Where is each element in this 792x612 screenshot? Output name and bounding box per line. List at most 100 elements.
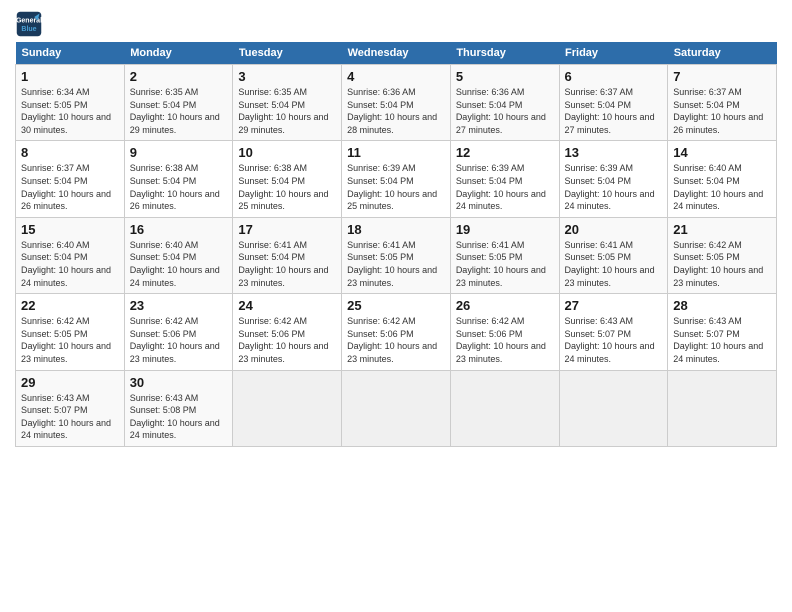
day-detail: Sunrise: 6:42 AMSunset: 5:06 PMDaylight:… [456, 315, 554, 365]
calendar-cell: 9 Sunrise: 6:38 AMSunset: 5:04 PMDaylight… [124, 141, 233, 217]
calendar-table: SundayMondayTuesdayWednesdayThursdayFrid… [15, 42, 777, 447]
calendar-cell [342, 370, 451, 446]
calendar-cell: 24 Sunrise: 6:42 AMSunset: 5:06 PMDayligh… [233, 294, 342, 370]
calendar-cell [233, 370, 342, 446]
calendar-cell: 19Sunrise: 6:41 AMSunset: 5:05 PMDayligh… [450, 217, 559, 293]
calendar-cell: 18 Sunrise: 6:41 AMSunset: 5:05 PMDayligh… [342, 217, 451, 293]
calendar-cell: 1 Sunrise: 6:34 AMSunset: 5:05 PMDaylight… [16, 65, 125, 141]
day-number: 22 [21, 298, 119, 313]
day-detail: Sunrise: 6:41 AMSunset: 5:05 PMDaylight:… [347, 239, 445, 289]
calendar-cell: 20 Sunrise: 6:41 AMSunset: 5:05 PMDayligh… [559, 217, 668, 293]
week-row-1: 1 Sunrise: 6:34 AMSunset: 5:05 PMDaylight… [16, 65, 777, 141]
calendar-cell: 8 Sunrise: 6:37 AMSunset: 5:04 PMDaylight… [16, 141, 125, 217]
day-number: 5 [456, 69, 554, 84]
day-number: 21 [673, 222, 771, 237]
calendar-cell: 15Sunrise: 6:40 AMSunset: 5:04 PMDayligh… [16, 217, 125, 293]
calendar-cell: 13 Sunrise: 6:39 AMSunset: 5:04 PMDayligh… [559, 141, 668, 217]
day-number: 20 [565, 222, 663, 237]
week-row-5: 29 Sunrise: 6:43 AMSunset: 5:07 PMDayligh… [16, 370, 777, 446]
day-number: 11 [347, 145, 445, 160]
day-number: 19 [456, 222, 554, 237]
day-detail: Sunrise: 6:43 AMSunset: 5:07 PMDaylight:… [21, 392, 119, 442]
day-detail: Sunrise: 6:37 AMSunset: 5:04 PMDaylight:… [673, 86, 771, 136]
day-number: 10 [238, 145, 336, 160]
calendar-cell: 29 Sunrise: 6:43 AMSunset: 5:07 PMDayligh… [16, 370, 125, 446]
day-detail: Sunrise: 6:34 AMSunset: 5:05 PMDaylight:… [21, 86, 119, 136]
day-detail: Sunrise: 6:43 AMSunset: 5:07 PMDaylight:… [673, 315, 771, 365]
day-detail: Sunrise: 6:37 AMSunset: 5:04 PMDaylight:… [565, 86, 663, 136]
calendar-cell: 4 Sunrise: 6:36 AMSunset: 5:04 PMDaylight… [342, 65, 451, 141]
calendar-cell: 7 Sunrise: 6:37 AMSunset: 5:04 PMDaylight… [668, 65, 777, 141]
day-number: 9 [130, 145, 228, 160]
day-number: 4 [347, 69, 445, 84]
column-header-monday: Monday [124, 42, 233, 65]
day-number: 18 [347, 222, 445, 237]
day-number: 26 [456, 298, 554, 313]
day-detail: Sunrise: 6:41 AMSunset: 5:05 PMDaylight:… [565, 239, 663, 289]
calendar-cell: 26 Sunrise: 6:42 AMSunset: 5:06 PMDayligh… [450, 294, 559, 370]
calendar-cell: 30Sunrise: 6:43 AMSunset: 5:08 PMDayligh… [124, 370, 233, 446]
day-detail: Sunrise: 6:40 AMSunset: 5:04 PMDaylight:… [130, 239, 228, 289]
calendar-cell: 14 Sunrise: 6:40 AMSunset: 5:04 PMDayligh… [668, 141, 777, 217]
header: General Blue [15, 10, 777, 38]
calendar-cell: 12Sunrise: 6:39 AMSunset: 5:04 PMDayligh… [450, 141, 559, 217]
calendar-cell: 5 Sunrise: 6:36 AMSunset: 5:04 PMDaylight… [450, 65, 559, 141]
day-number: 13 [565, 145, 663, 160]
day-number: 6 [565, 69, 663, 84]
calendar-cell: 21 Sunrise: 6:42 AMSunset: 5:05 PMDayligh… [668, 217, 777, 293]
day-detail: Sunrise: 6:39 AMSunset: 5:04 PMDaylight:… [456, 162, 554, 212]
day-detail: Sunrise: 6:39 AMSunset: 5:04 PMDaylight:… [347, 162, 445, 212]
day-number: 27 [565, 298, 663, 313]
calendar-cell: 16 Sunrise: 6:40 AMSunset: 5:04 PMDayligh… [124, 217, 233, 293]
day-number: 29 [21, 375, 119, 390]
calendar-cell [450, 370, 559, 446]
calendar-cell: 23 Sunrise: 6:42 AMSunset: 5:06 PMDayligh… [124, 294, 233, 370]
day-detail: Sunrise: 6:42 AMSunset: 5:06 PMDaylight:… [130, 315, 228, 365]
calendar-cell [559, 370, 668, 446]
calendar-header-row: SundayMondayTuesdayWednesdayThursdayFrid… [16, 42, 777, 65]
calendar-cell: 3Sunrise: 6:35 AMSunset: 5:04 PMDaylight… [233, 65, 342, 141]
logo-icon: General Blue [15, 10, 43, 38]
calendar-cell: 2 Sunrise: 6:35 AMSunset: 5:04 PMDaylight… [124, 65, 233, 141]
calendar-cell: 17Sunrise: 6:41 AMSunset: 5:04 PMDayligh… [233, 217, 342, 293]
column-header-sunday: Sunday [16, 42, 125, 65]
day-detail: Sunrise: 6:39 AMSunset: 5:04 PMDaylight:… [565, 162, 663, 212]
column-header-tuesday: Tuesday [233, 42, 342, 65]
day-detail: Sunrise: 6:41 AMSunset: 5:04 PMDaylight:… [238, 239, 336, 289]
day-detail: Sunrise: 6:42 AMSunset: 5:06 PMDaylight:… [238, 315, 336, 365]
day-number: 25 [347, 298, 445, 313]
day-detail: Sunrise: 6:40 AMSunset: 5:04 PMDaylight:… [673, 162, 771, 212]
day-number: 30 [130, 375, 228, 390]
day-detail: Sunrise: 6:38 AMSunset: 5:04 PMDaylight:… [130, 162, 228, 212]
column-header-saturday: Saturday [668, 42, 777, 65]
day-detail: Sunrise: 6:36 AMSunset: 5:04 PMDaylight:… [347, 86, 445, 136]
day-number: 1 [21, 69, 119, 84]
day-number: 2 [130, 69, 228, 84]
day-number: 7 [673, 69, 771, 84]
day-detail: Sunrise: 6:42 AMSunset: 5:06 PMDaylight:… [347, 315, 445, 365]
calendar-cell: 25 Sunrise: 6:42 AMSunset: 5:06 PMDayligh… [342, 294, 451, 370]
day-number: 23 [130, 298, 228, 313]
day-number: 24 [238, 298, 336, 313]
day-detail: Sunrise: 6:36 AMSunset: 5:04 PMDaylight:… [456, 86, 554, 136]
day-number: 16 [130, 222, 228, 237]
calendar-cell: 6 Sunrise: 6:37 AMSunset: 5:04 PMDaylight… [559, 65, 668, 141]
day-number: 8 [21, 145, 119, 160]
calendar-cell: 27Sunrise: 6:43 AMSunset: 5:07 PMDayligh… [559, 294, 668, 370]
week-row-2: 8 Sunrise: 6:37 AMSunset: 5:04 PMDaylight… [16, 141, 777, 217]
day-number: 28 [673, 298, 771, 313]
svg-text:Blue: Blue [21, 26, 36, 33]
day-detail: Sunrise: 6:35 AMSunset: 5:04 PMDaylight:… [130, 86, 228, 136]
calendar-cell: 10 Sunrise: 6:38 AMSunset: 5:04 PMDayligh… [233, 141, 342, 217]
week-row-3: 15Sunrise: 6:40 AMSunset: 5:04 PMDayligh… [16, 217, 777, 293]
day-detail: Sunrise: 6:37 AMSunset: 5:04 PMDaylight:… [21, 162, 119, 212]
week-row-4: 22 Sunrise: 6:42 AMSunset: 5:05 PMDayligh… [16, 294, 777, 370]
calendar-cell: 11 Sunrise: 6:39 AMSunset: 5:04 PMDayligh… [342, 141, 451, 217]
day-detail: Sunrise: 6:38 AMSunset: 5:04 PMDaylight:… [238, 162, 336, 212]
day-detail: Sunrise: 6:42 AMSunset: 5:05 PMDaylight:… [21, 315, 119, 365]
day-number: 14 [673, 145, 771, 160]
column-header-thursday: Thursday [450, 42, 559, 65]
page-container: General Blue SundayMondayTuesdayWednesda… [0, 0, 792, 457]
day-detail: Sunrise: 6:42 AMSunset: 5:05 PMDaylight:… [673, 239, 771, 289]
day-number: 3 [238, 69, 336, 84]
